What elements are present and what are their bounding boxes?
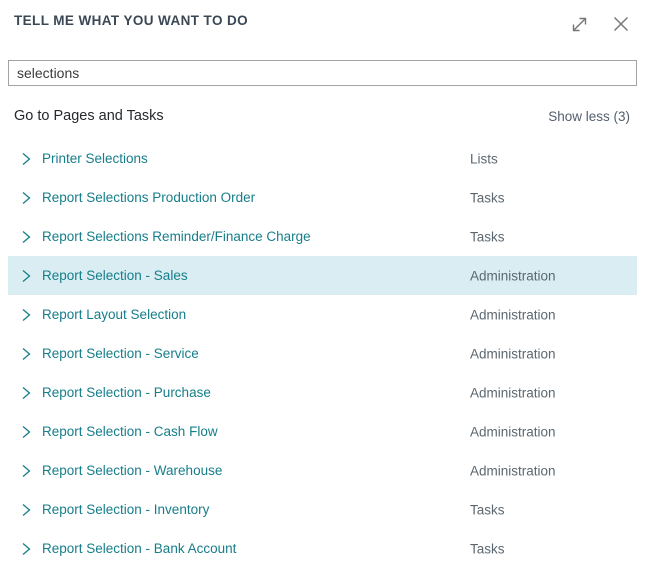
result-row[interactable]: Report Selection - Bank Account Tasks	[8, 529, 637, 568]
result-label: Report Selection - Purchase	[42, 385, 211, 400]
chevron-right-icon	[20, 268, 32, 284]
results-list: Printer Selections Lists Report Selectio…	[8, 139, 637, 568]
dialog-title: TELL ME WHAT YOU WANT TO DO	[14, 13, 248, 28]
result-label: Report Selection - Warehouse	[42, 463, 222, 478]
result-row[interactable]: Report Selections Production Order Tasks	[8, 178, 637, 217]
result-category: Administration	[470, 463, 556, 478]
search-input[interactable]	[8, 60, 637, 86]
result-row[interactable]: Report Selection - Service Administratio…	[8, 334, 637, 373]
show-less-link[interactable]: Show less (3)	[548, 109, 630, 124]
result-category: Administration	[470, 346, 556, 361]
result-row[interactable]: Report Selection - Sales Administration	[8, 256, 637, 295]
chevron-right-icon	[20, 190, 32, 206]
section-title: Go to Pages and Tasks	[14, 108, 164, 124]
result-row[interactable]: Report Selection - Inventory Tasks	[8, 490, 637, 529]
result-category: Tasks	[470, 502, 505, 517]
result-category: Administration	[470, 268, 556, 283]
chevron-right-icon	[20, 463, 32, 479]
result-label: Report Selection - Bank Account	[42, 541, 236, 556]
result-row[interactable]: Report Selection - Warehouse Administrat…	[8, 451, 637, 490]
diagonal-resize-icon	[569, 14, 590, 35]
close-icon	[611, 14, 631, 34]
result-category: Tasks	[470, 229, 505, 244]
result-row[interactable]: Report Selections Reminder/Finance Charg…	[8, 217, 637, 256]
chevron-right-icon	[20, 424, 32, 440]
result-label: Report Selections Production Order	[42, 190, 255, 205]
result-category: Administration	[470, 307, 556, 322]
result-label: Report Layout Selection	[42, 307, 186, 322]
result-label: Printer Selections	[42, 151, 148, 166]
chevron-right-icon	[20, 151, 32, 167]
result-row[interactable]: Report Layout Selection Administration	[8, 295, 637, 334]
tell-me-dialog: TELL ME WHAT YOU WANT TO DO Go to Pages …	[0, 0, 647, 575]
result-label: Report Selection - Service	[42, 346, 199, 361]
result-label: Report Selections Reminder/Finance Charg…	[42, 229, 311, 244]
expand-dialog-button[interactable]	[565, 10, 593, 38]
result-label: Report Selection - Sales	[42, 268, 188, 283]
chevron-right-icon	[20, 541, 32, 557]
result-category: Tasks	[470, 541, 505, 556]
result-row[interactable]: Printer Selections Lists	[8, 139, 637, 178]
result-category: Administration	[470, 424, 556, 439]
result-row[interactable]: Report Selection - Purchase Administrati…	[8, 373, 637, 412]
results-section-header: Go to Pages and Tasks Show less (3)	[0, 108, 647, 130]
close-dialog-button[interactable]	[607, 10, 635, 38]
chevron-right-icon	[20, 229, 32, 245]
dialog-header: TELL ME WHAT YOU WANT TO DO	[0, 0, 647, 48]
result-row[interactable]: Report Selection - Cash Flow Administrat…	[8, 412, 637, 451]
result-label: Report Selection - Cash Flow	[42, 424, 218, 439]
result-category: Tasks	[470, 190, 505, 205]
result-category: Administration	[470, 385, 556, 400]
chevron-right-icon	[20, 502, 32, 518]
result-category: Lists	[470, 151, 498, 166]
chevron-right-icon	[20, 307, 32, 323]
chevron-right-icon	[20, 346, 32, 362]
result-label: Report Selection - Inventory	[42, 502, 209, 517]
chevron-right-icon	[20, 385, 32, 401]
